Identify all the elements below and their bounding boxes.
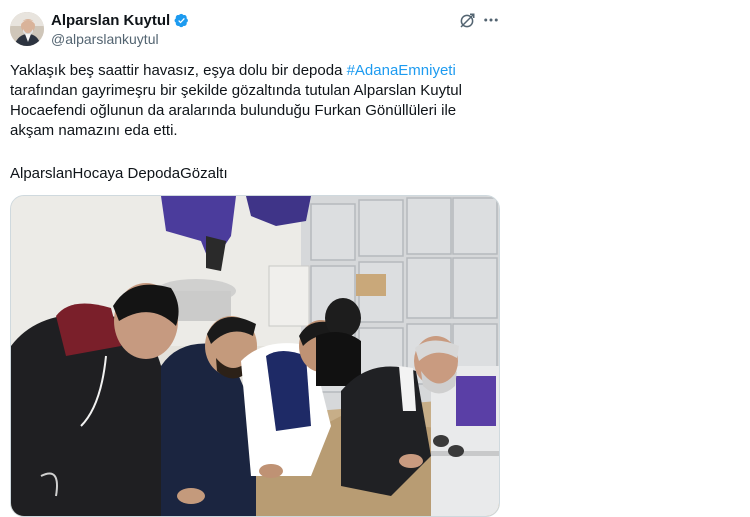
verified-badge-icon xyxy=(174,13,189,28)
author-display-name[interactable]: Alparslan Kuytul xyxy=(51,12,170,29)
empty-side-area xyxy=(510,0,750,504)
more-options-icon[interactable] xyxy=(482,11,500,29)
tweet-tag-line: AlparslanHocaya DepodaGözaltı xyxy=(10,165,228,182)
avatar-image xyxy=(10,12,44,46)
avatar[interactable] xyxy=(10,12,44,46)
tweet-text-part2: tarafından gayrimeşru bir şekilde gözalt… xyxy=(10,82,462,139)
tweet: Alparslan Kuytul @alparslankuytul Yaklaş… xyxy=(0,0,510,517)
photo-prayer-scene xyxy=(11,196,499,516)
grok-icon[interactable] xyxy=(458,12,476,30)
tweet-photo[interactable] xyxy=(10,195,500,517)
tweet-text: Yaklaşık beş saattir havasız, eşya dolu … xyxy=(10,61,495,141)
author-handle[interactable]: @alparslankuytul xyxy=(51,31,159,47)
tweet-text-part1: Yaklaşık beş saattir havasız, eşya dolu … xyxy=(10,62,347,79)
hashtag-link[interactable]: #AdanaEmniyeti xyxy=(347,62,456,79)
author-name-row: Alparslan Kuytul xyxy=(51,12,189,29)
